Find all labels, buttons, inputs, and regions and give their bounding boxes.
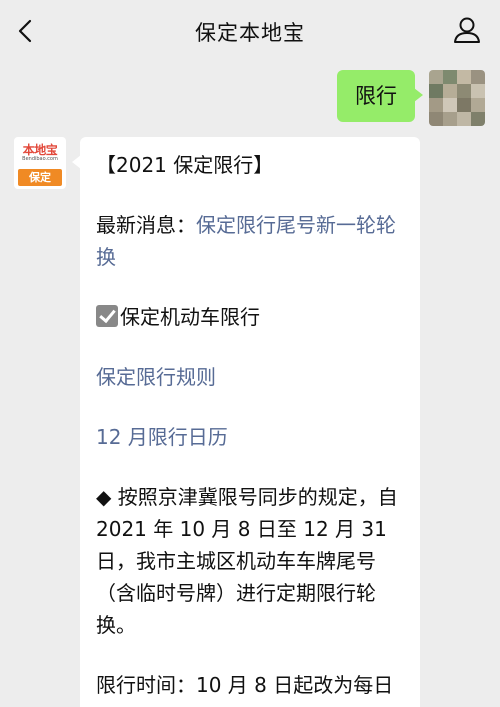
checkbox-text: 保定机动车限行 — [120, 305, 260, 329]
notice-text: ◆ 按照京津冀限号同步的规定，自 2021 年 10 月 8 日至 12 月 3… — [96, 485, 398, 637]
message-heading: 【2021 保定限行】 — [96, 153, 274, 177]
checkbox-icon — [96, 305, 118, 327]
top-bar: 保定本地宝 — [0, 0, 500, 62]
rules-link[interactable]: 保定限行规则 — [96, 361, 404, 393]
avatar-city-badge: 保定 — [18, 169, 62, 186]
bot-avatar[interactable]: 本地宝 Bendibao.com 保定 — [14, 137, 66, 189]
user-profile-icon[interactable] — [452, 15, 482, 45]
time-text: 限行时间：10 月 8 日起改为每日 7:00—19:00 时 — [96, 673, 394, 707]
news-label: 最新消息： — [96, 213, 196, 237]
calendar-link[interactable]: 12 月限行日历 — [96, 421, 404, 453]
avatar-site-text: Bendibao.com — [22, 156, 58, 162]
checkbox-line: 保定机动车限行 — [96, 301, 404, 333]
news-line: 最新消息：保定限行尾号新一轮轮换 — [96, 209, 404, 273]
my-avatar[interactable] — [429, 70, 485, 126]
chat-title: 保定本地宝 — [195, 21, 305, 45]
incoming-message-bubble: 【2021 保定限行】 最新消息：保定限行尾号新一轮轮换 保定机动车限行 保定限… — [72, 137, 420, 707]
outgoing-message-row: 限行 — [337, 70, 485, 126]
outgoing-message-bubble[interactable]: 限行 — [337, 70, 423, 122]
